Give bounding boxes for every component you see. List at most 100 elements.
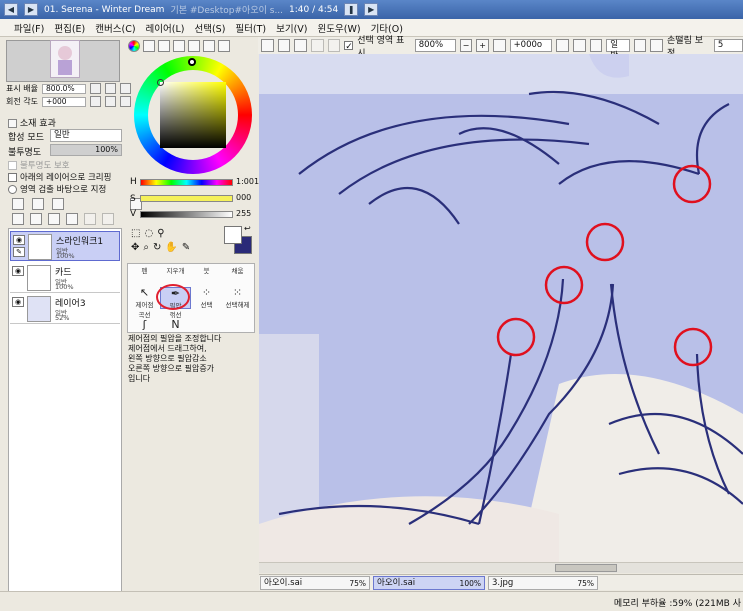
zoom-reset-button[interactable] bbox=[119, 83, 131, 94]
invert-selection-icon[interactable] bbox=[294, 39, 307, 52]
lasso-icon[interactable]: ◌ bbox=[144, 228, 153, 239]
select-source-checkbox[interactable]: 영역 검출 바탕으로 지정 bbox=[8, 183, 106, 195]
color-mode-icon[interactable] bbox=[650, 39, 664, 52]
scratchpad-tab-icon[interactable] bbox=[188, 40, 200, 52]
hue-slider[interactable] bbox=[140, 179, 233, 186]
select-area-checkbox[interactable]: ✓ bbox=[344, 41, 354, 52]
swap-colors-icon[interactable]: ↩ bbox=[244, 224, 251, 233]
new-layer-icon[interactable] bbox=[12, 198, 24, 210]
blend-mode-select[interactable]: 일반 bbox=[50, 129, 122, 142]
new-folder-icon[interactable] bbox=[52, 198, 64, 210]
zoom-out-icon[interactable]: − bbox=[459, 39, 473, 52]
hand-tool-icon[interactable]: ✋ bbox=[165, 242, 177, 253]
scrollbar-thumb[interactable] bbox=[555, 564, 617, 572]
color-picker-handle[interactable] bbox=[157, 79, 164, 86]
visibility-eye-icon[interactable]: ◉ bbox=[12, 297, 24, 307]
move-icon[interactable]: ✥ bbox=[131, 242, 139, 253]
angle-select[interactable]: +000o bbox=[509, 39, 553, 52]
merge-down-icon[interactable] bbox=[30, 213, 42, 225]
highlight-circle-tool bbox=[156, 284, 190, 310]
tool-fill[interactable]: 채움 bbox=[222, 265, 253, 287]
rect-select-icon[interactable]: ⬚ bbox=[131, 228, 140, 239]
color-wheel-tab-icon[interactable] bbox=[128, 40, 140, 52]
stabilizer-select[interactable]: 5 bbox=[713, 39, 743, 52]
rotate-right-button[interactable] bbox=[104, 96, 116, 107]
lock-icon[interactable] bbox=[84, 213, 96, 225]
canvas[interactable] bbox=[259, 54, 743, 562]
saturation-slider[interactable] bbox=[140, 195, 233, 202]
zoom-in-icon[interactable]: + bbox=[476, 39, 489, 52]
tool-curve[interactable]: 곡선 ʃ bbox=[129, 309, 160, 331]
menu-canvas[interactable]: 캔버스(C) bbox=[95, 21, 135, 35]
media-prev-icon[interactable]: ◀ bbox=[4, 3, 18, 16]
visibility-eye-icon[interactable]: ◉ bbox=[13, 235, 25, 245]
layer-item[interactable]: ◉ ✎ 스라인워크1 일반 100% bbox=[10, 231, 120, 261]
unlock-icon[interactable] bbox=[102, 213, 114, 225]
protect-opacity-checkbox[interactable]: 불투명도 보호 bbox=[8, 159, 70, 171]
media-next-icon[interactable]: ▶ bbox=[364, 3, 379, 16]
tool-brush[interactable]: 붓 bbox=[191, 265, 222, 287]
value-slider[interactable] bbox=[140, 211, 233, 218]
menu-layer[interactable]: 레이어(L) bbox=[146, 21, 185, 35]
layer-item[interactable]: ◉ 레이어3 일반 52% bbox=[10, 294, 120, 324]
tool-polyline[interactable]: 꺾선 N bbox=[160, 309, 191, 331]
menu-select[interactable]: 선택(S) bbox=[194, 21, 225, 35]
mixer-tab-icon[interactable] bbox=[203, 40, 215, 52]
horizontal-scrollbar[interactable] bbox=[259, 562, 743, 573]
zoom-tool-icon[interactable]: ⌕ bbox=[143, 242, 149, 253]
media-pause-icon[interactable]: ❚ bbox=[344, 3, 359, 16]
flip-icon[interactable] bbox=[633, 39, 647, 52]
menu-file[interactable]: 파일(F) bbox=[14, 21, 44, 35]
zoom-select[interactable]: 800% bbox=[414, 39, 456, 52]
saturation-value-box[interactable] bbox=[160, 82, 226, 148]
document-tab[interactable]: 3.jpg 75% bbox=[488, 576, 598, 590]
visibility-eye-icon[interactable]: ◉ bbox=[12, 266, 24, 276]
material-effect-row[interactable]: 소재 효과 bbox=[8, 116, 56, 129]
pen-lock-icon[interactable]: ✎ bbox=[13, 247, 25, 257]
rotate-left-button[interactable] bbox=[89, 96, 101, 107]
zoom-label: 표시 배율 bbox=[6, 84, 38, 93]
tool-pen[interactable]: 펜 bbox=[129, 265, 160, 287]
window-restore-icon[interactable] bbox=[261, 39, 274, 52]
rotate-cw-icon[interactable] bbox=[573, 39, 586, 52]
menu-edit[interactable]: 편집(E) bbox=[54, 21, 85, 35]
new-linework-layer-icon[interactable] bbox=[32, 198, 44, 210]
zoom-field[interactable]: 800.0% bbox=[41, 83, 86, 94]
opacity-slider[interactable]: 100% bbox=[50, 144, 122, 156]
zoom-fit-icon[interactable] bbox=[492, 39, 506, 52]
select-all-icon[interactable] bbox=[310, 39, 324, 52]
color-swatch-tab-icon[interactable] bbox=[173, 40, 185, 52]
clear-icon[interactable] bbox=[327, 39, 341, 52]
menu-filter[interactable]: 필터(T) bbox=[235, 21, 266, 35]
display-mode-select[interactable]: 일반 bbox=[606, 39, 630, 61]
rgb-slider-tab-icon[interactable] bbox=[143, 40, 155, 52]
layer-item[interactable]: ◉ 카드 일반 100% bbox=[10, 263, 120, 293]
deselect-icon[interactable] bbox=[277, 39, 291, 52]
expand-plus-icon[interactable] bbox=[8, 119, 17, 128]
clear-layer-icon[interactable] bbox=[48, 213, 60, 225]
menu-window[interactable]: 윈도우(W) bbox=[318, 21, 361, 35]
document-tab[interactable]: 아오이.sai 75% bbox=[260, 576, 370, 590]
rotate-field[interactable]: +000 bbox=[41, 96, 86, 107]
media-play-icon[interactable]: ▶ bbox=[24, 3, 38, 16]
zoom-out-button[interactable] bbox=[89, 83, 101, 94]
eyedropper-icon[interactable]: ✎ bbox=[182, 242, 190, 253]
document-tab[interactable]: 아오이.sai 100% bbox=[373, 576, 485, 590]
hue-handle[interactable] bbox=[188, 58, 196, 66]
copy-layer-icon[interactable] bbox=[12, 213, 24, 225]
menu-view[interactable]: 보기(V) bbox=[276, 21, 307, 35]
clip-lower-checkbox[interactable]: 아래의 레이어으로 크리핑 bbox=[8, 171, 111, 183]
magic-wand-icon[interactable]: ⚲ bbox=[157, 228, 164, 239]
delete-layer-icon[interactable] bbox=[66, 213, 78, 225]
rotate-tool-icon[interactable]: ↻ bbox=[153, 242, 161, 253]
rotate-reset-button[interactable] bbox=[119, 96, 131, 107]
rotate-reset-icon[interactable] bbox=[589, 39, 603, 52]
hsv-slider-tab-icon[interactable] bbox=[158, 40, 170, 52]
tool-deselect[interactable]: ⁙ 선택해제 bbox=[222, 287, 253, 310]
zoom-in-button[interactable] bbox=[104, 83, 116, 94]
rotate-ccw-icon[interactable] bbox=[556, 39, 569, 52]
tool-label: 붓 bbox=[203, 267, 210, 275]
tool-select[interactable]: ⁘ 선택 bbox=[191, 287, 222, 310]
foreground-color-swatch-front[interactable] bbox=[224, 226, 242, 244]
palette-tab-icon[interactable] bbox=[218, 40, 230, 52]
